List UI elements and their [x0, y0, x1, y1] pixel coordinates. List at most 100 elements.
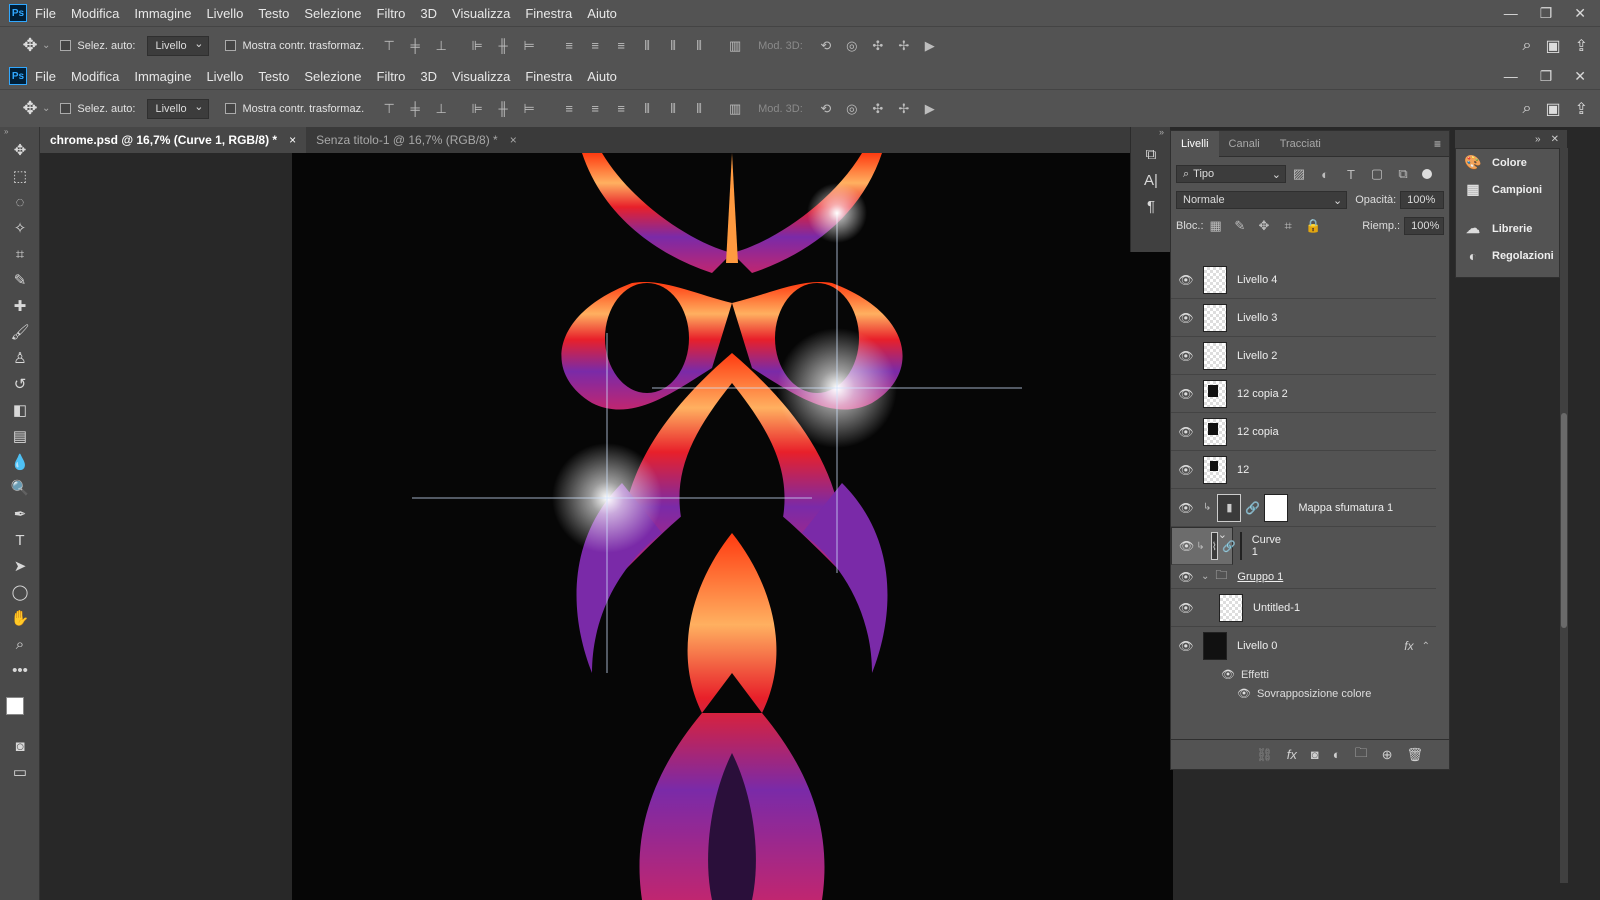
orbit-3d-icon[interactable]: ⟲ — [818, 38, 834, 54]
tab-canali[interactable]: Canali — [1219, 131, 1270, 157]
close-panel-icon[interactable]: ✕ — [1551, 134, 1559, 145]
layer-row[interactable]: 👁 12 copia 2 — [1171, 375, 1436, 413]
ellipse-icon[interactable]: ◯ — [0, 579, 40, 605]
collapse-effects-icon[interactable]: ⌃ — [1422, 641, 1430, 652]
menu-livello[interactable]: Livello — [206, 69, 243, 84]
type-icon[interactable]: T — [0, 527, 40, 553]
pen-icon[interactable]: ✒ — [0, 501, 40, 527]
menu-filtro[interactable]: Filtro — [377, 6, 406, 21]
visibility-eye-icon[interactable]: 👁 — [1237, 687, 1251, 700]
align-right-icon[interactable]: ⊨ — [521, 101, 537, 117]
path-select-icon[interactable]: ➤ — [0, 553, 40, 579]
new-layer-icon[interactable]: ⊕ — [1382, 747, 1393, 763]
blur-icon[interactable]: 💧 — [0, 449, 40, 475]
auto-select-checkbox[interactable]: Selez. auto: — [60, 40, 135, 52]
distribute-left-icon[interactable]: ⫴ — [639, 101, 655, 117]
paragraph-panel-icon[interactable]: ¶ — [1131, 193, 1171, 219]
filter-adjustment-icon[interactable]: ◐ — [1317, 166, 1333, 182]
distribute-top-icon[interactable]: ≡ — [561, 101, 577, 117]
menu-file[interactable]: File — [35, 69, 56, 84]
auto-select-dropdown[interactable]: Livello — [147, 98, 210, 119]
auto-select-checkbox[interactable]: Selez. auto: — [60, 103, 135, 115]
align-top-icon[interactable]: ⊤ — [381, 101, 397, 117]
visibility-eye-icon[interactable]: 👁 — [1171, 387, 1201, 401]
color-overlay-row[interactable]: 👁 Sovrapposizione colore — [1171, 684, 1436, 703]
menu-livello[interactable]: Livello — [206, 6, 243, 21]
close-icon[interactable]: ✕ — [1574, 68, 1586, 85]
menu-file[interactable]: File — [35, 6, 56, 21]
align-hcenter-icon[interactable]: ╫ — [495, 38, 511, 54]
visibility-eye-icon[interactable]: 👁 — [1171, 639, 1201, 653]
document-canvas[interactable] — [292, 153, 1173, 900]
dodge-icon[interactable]: 🔍 — [0, 475, 40, 501]
zoom-icon[interactable]: ⌕ — [0, 631, 40, 657]
brush-icon[interactable]: 🖌 — [0, 319, 40, 345]
lock-transparent-icon[interactable]: ▦ — [1209, 218, 1223, 234]
distribute-hcenter-icon[interactable]: ⫴ — [665, 38, 681, 54]
visibility-eye-icon[interactable]: 👁 — [1171, 570, 1201, 584]
opacity-input[interactable]: 100% — [1400, 191, 1444, 209]
tool-preset-chevron-icon[interactable]: ⌄ — [42, 40, 50, 51]
crop-icon[interactable]: ⌗ — [0, 241, 40, 267]
slide-3d-icon[interactable]: ✢ — [896, 101, 912, 117]
lock-pixels-icon[interactable]: ✎ — [1233, 218, 1247, 234]
menu-modifica[interactable]: Modifica — [71, 69, 119, 84]
align-left-icon[interactable]: ⊫ — [469, 101, 485, 117]
distribute-vcenter-icon[interactable]: ≡ — [587, 38, 603, 54]
group-row[interactable]: 👁 ⌄ 🗀 Gruppo 1 — [1171, 565, 1436, 589]
new-adjustment-icon[interactable]: ◐ — [1333, 747, 1341, 762]
workspace-icon[interactable]: ▣ — [1545, 99, 1560, 119]
close-icon[interactable]: ✕ — [1574, 5, 1586, 22]
distribute-vcenter-icon[interactable]: ≡ — [587, 101, 603, 117]
toolbar-collapse-icon[interactable]: » — [0, 127, 39, 137]
workspace-icon[interactable]: ▣ — [1545, 36, 1560, 56]
add-style-fx-icon[interactable]: fx — [1287, 747, 1297, 762]
fx-icon[interactable]: fx — [1404, 639, 1413, 653]
color-swatches[interactable] — [0, 683, 39, 733]
tool-preset-chevron-icon[interactable]: ⌄ — [42, 103, 50, 114]
minimize-icon[interactable]: — — [1504, 5, 1518, 21]
panel-regolazioni[interactable]: ◐ Regolazioni — [1456, 242, 1559, 269]
align-right-icon[interactable]: ⊨ — [521, 38, 537, 54]
menu-visualizza[interactable]: Visualizza — [452, 69, 510, 84]
visibility-eye-icon[interactable]: 👁 — [1179, 539, 1194, 553]
layer-row[interactable]: 👁 Livello 2 — [1171, 337, 1436, 375]
lock-artboard-icon[interactable]: ⌗ — [1281, 218, 1295, 234]
lock-all-icon[interactable]: 🔒 — [1305, 218, 1321, 234]
distribute-bottom-icon[interactable]: ≡ — [613, 38, 629, 54]
doc-tab-untitled[interactable]: Senza titolo-1 @ 16,7% (RGB/8) * × — [306, 127, 527, 153]
canvas-area[interactable] — [40, 153, 1173, 900]
lock-position-icon[interactable]: ✥ — [1257, 218, 1271, 234]
align-vcenter-icon[interactable]: ╪ — [407, 38, 423, 54]
filter-shape-icon[interactable]: ▢ — [1369, 166, 1385, 182]
eyedropper-icon[interactable]: ✎ — [0, 267, 40, 293]
tab-livelli[interactable]: Livelli — [1171, 130, 1219, 157]
auto-align-icon[interactable]: ▥ — [727, 38, 743, 54]
layer-row[interactable]: 👁 ↳ ▮ 🔗 Mappa sfumatura 1 — [1171, 489, 1436, 527]
blend-mode-dropdown[interactable]: Normale ⌄ — [1176, 191, 1348, 209]
character-panel-icon[interactable]: A| — [1131, 167, 1171, 193]
filter-toggle-icon[interactable] — [1422, 169, 1432, 179]
share-icon[interactable]: ⇪ — [1575, 36, 1588, 56]
align-hcenter-icon[interactable]: ╫ — [495, 101, 511, 117]
stamp-icon[interactable]: ♙ — [0, 345, 40, 371]
menu-selezione[interactable]: Selezione — [304, 69, 361, 84]
panel-menu-icon[interactable]: ≡ — [1434, 137, 1441, 151]
layer-row[interactable]: 👁 Livello 0 fx ⌃ — [1171, 627, 1436, 665]
roll-3d-icon[interactable]: ◎ — [844, 101, 860, 117]
distribute-right-icon[interactable]: ⫴ — [691, 101, 707, 117]
eraser-icon[interactable]: ◧ — [0, 397, 40, 423]
visibility-eye-icon[interactable]: 👁 — [1171, 501, 1201, 515]
lasso-icon[interactable]: ◌ — [0, 189, 40, 215]
pan-3d-icon[interactable]: ✣ — [870, 101, 886, 117]
layer-row[interactable]: 👁 12 copia — [1171, 413, 1436, 451]
align-bottom-icon[interactable]: ⊥ — [433, 101, 449, 117]
distribute-hcenter-icon[interactable]: ⫴ — [665, 101, 681, 117]
menu-immagine[interactable]: Immagine — [134, 69, 191, 84]
layer-mask-thumbnail[interactable] — [1239, 532, 1242, 560]
menu-testo[interactable]: Testo — [258, 6, 289, 21]
magic-wand-icon[interactable]: ✧ — [0, 215, 40, 241]
more-icon[interactable]: ••• — [0, 657, 40, 683]
menu-3d[interactable]: 3D — [420, 69, 437, 84]
close-tab-icon[interactable]: × — [289, 133, 296, 147]
